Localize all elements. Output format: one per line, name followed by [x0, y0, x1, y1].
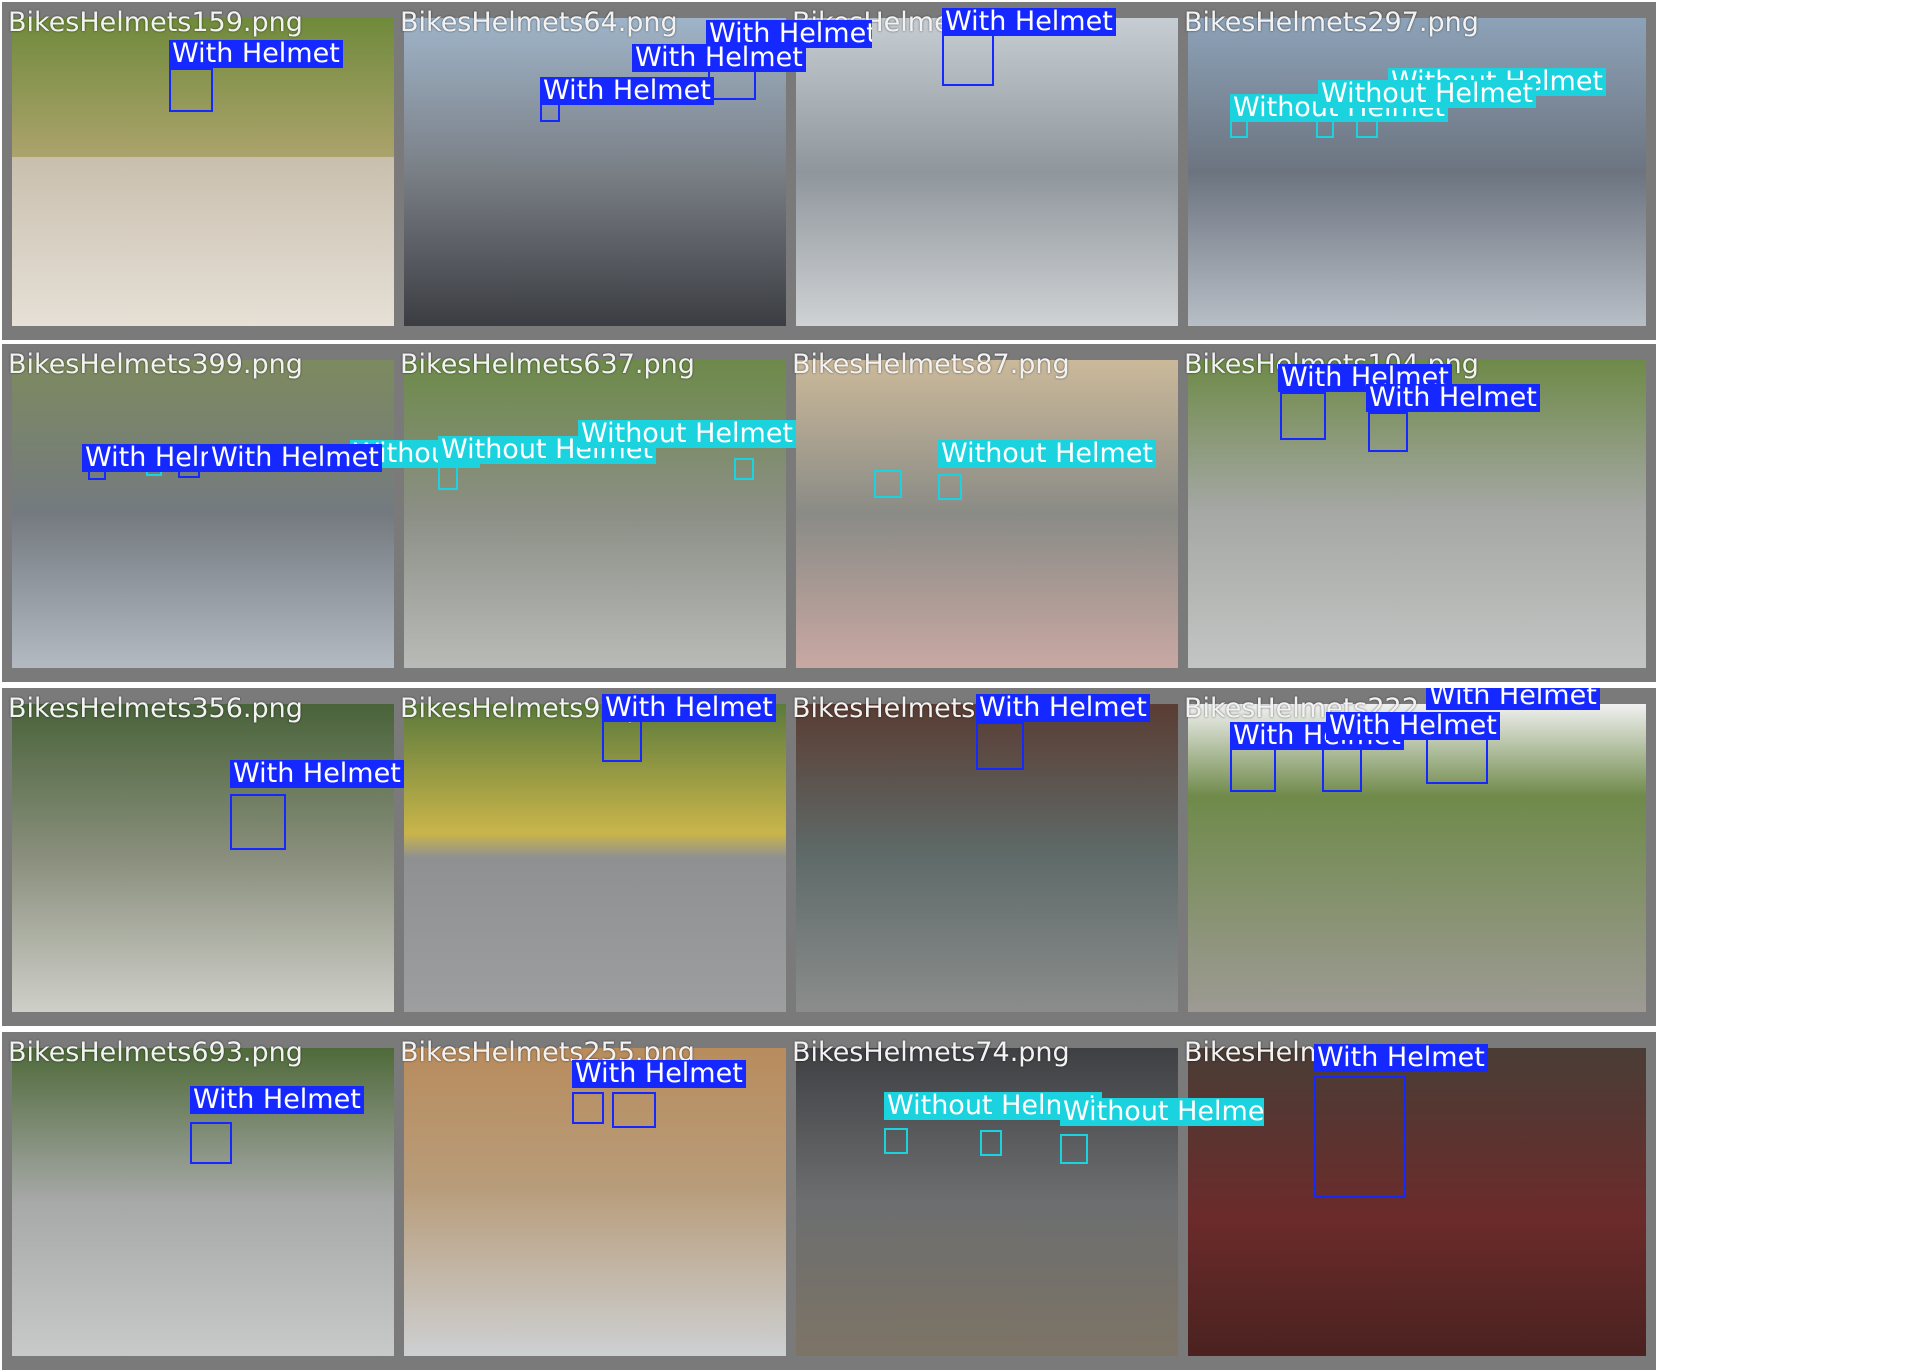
label-with-helmet: With Helmet — [208, 444, 382, 472]
label-with-helmet: With Helmet — [190, 1086, 364, 1114]
detection-grid: BikesHelmets159.png With Helmet BikesHel… — [0, 0, 1920, 1372]
bounding-box-with-helmet — [602, 718, 642, 762]
label-without-helmet: Without Helmet — [578, 420, 797, 448]
label-with-helmet: With Helmet — [602, 694, 776, 722]
photo — [1188, 18, 1646, 326]
bounding-box-without-helmet — [980, 1130, 1002, 1156]
bounding-box-with-helmet — [1230, 744, 1276, 792]
label-with-helmet: With Helmet — [632, 44, 806, 72]
grid-tile: BikesHelmets297.png Without Helmet Witho… — [1178, 2, 1656, 340]
filename-label: BikesHelmets87.png — [792, 349, 1070, 380]
filename-label: BikesHelmets399.png — [8, 349, 303, 380]
filename-label: BikesHelmets74.png — [792, 1037, 1070, 1068]
bounding-box-without-helmet — [734, 458, 754, 480]
label-with-helmet: With Helmet — [572, 1060, 746, 1088]
filename-label: BikesHelmets693.png — [8, 1037, 303, 1068]
bounding-box-with-helmet — [230, 794, 286, 850]
bounding-box-without-helmet — [938, 474, 962, 500]
filename-label: BikesHelmets637.png — [400, 349, 695, 380]
grid-tile: BikesHelmets104.png With Helmet With Hel… — [1178, 344, 1656, 682]
label-with-helmet: With Helmet — [1326, 712, 1500, 740]
bounding-box-with-helmet — [1280, 392, 1326, 440]
bounding-box-with-helmet — [976, 722, 1024, 770]
label-with-helmet: With Helmet — [1366, 384, 1540, 412]
label-with-helmet: With Helmet — [230, 760, 404, 788]
filename-label: BikesHelmets297.png — [1184, 7, 1479, 38]
label-with-helmet: With Helmet — [1426, 688, 1600, 710]
label-without-helmet: Without Helmet — [1060, 1098, 1264, 1126]
label-with-helmet: With Helmet — [169, 40, 343, 68]
filename-label: BikesHelmets64.png — [400, 7, 678, 38]
label-with-helmet: With Helmet — [976, 694, 1150, 722]
label-with-helmet: With Helmet — [1314, 1044, 1488, 1072]
bounding-box-without-helmet — [438, 466, 458, 490]
label-with-helmet: With Helmet — [540, 77, 714, 105]
bounding-box-without-helmet — [884, 1128, 908, 1154]
bounding-box-without-helmet — [1060, 1134, 1088, 1164]
bounding-box-with-helmet — [1314, 1076, 1406, 1198]
label-with-helmet: With Helmet — [942, 8, 1116, 36]
bounding-box-with-helmet — [169, 68, 213, 112]
bounding-box-with-helmet — [612, 1092, 656, 1128]
bounding-box-with-helmet — [1368, 412, 1408, 452]
bounding-box-with-helmet — [572, 1092, 604, 1124]
filename-label: BikesHelmets159.png — [8, 7, 303, 38]
photo — [1188, 1048, 1646, 1356]
label-without-helmet: Without Helmet — [1318, 80, 1537, 108]
bounding-box-with-helmet — [942, 32, 994, 86]
grid-tile: BikesHelme With Helmet — [1178, 1032, 1656, 1370]
filename-label: BikesHelmets356.png — [8, 693, 303, 724]
bounding-box-without-helmet — [874, 470, 902, 498]
label-without-helmet: Without Helmet — [938, 440, 1157, 468]
grid-tile: BikesHelmets222 With Helmet With Helmet … — [1178, 688, 1656, 1026]
bounding-box-with-helmet — [190, 1122, 232, 1164]
